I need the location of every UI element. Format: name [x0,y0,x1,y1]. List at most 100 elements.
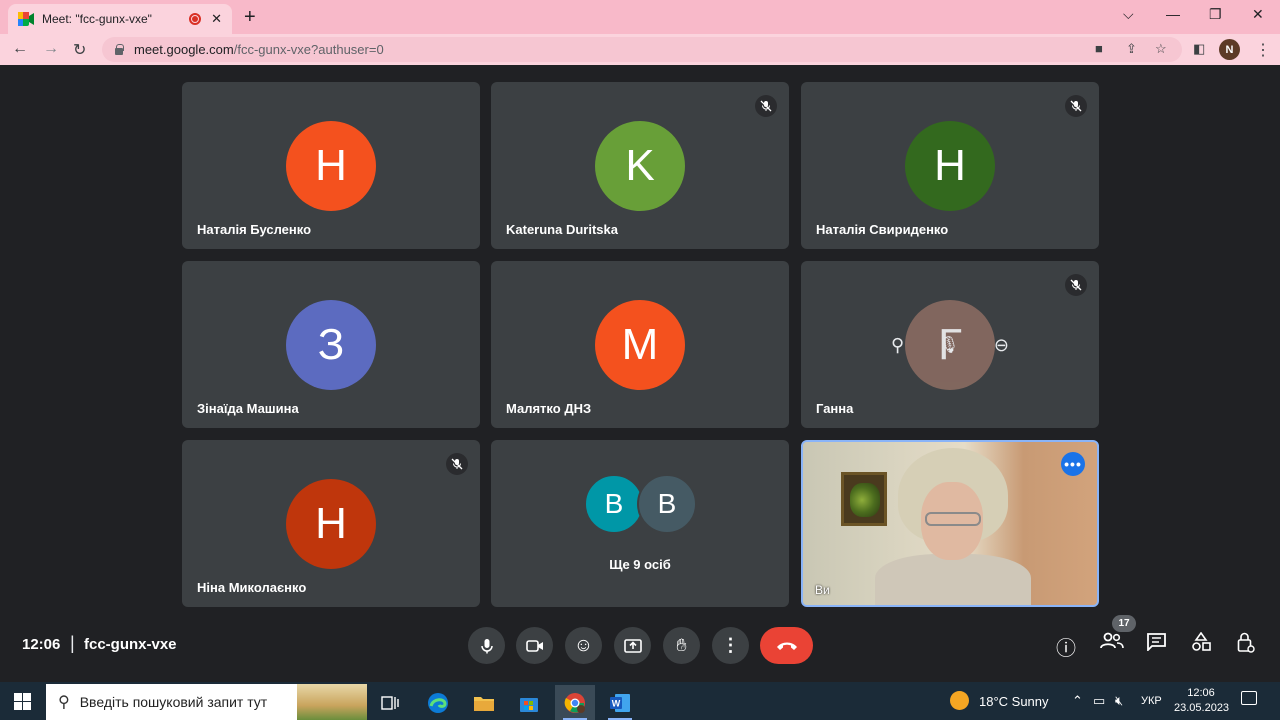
notification-center-icon[interactable] [1241,691,1257,705]
search-highlight-image [297,684,367,720]
participant-tile[interactable]: Н Наталія Бусленко [182,82,480,249]
participant-tile[interactable]: K Kateruna Duritska [491,82,789,249]
speaker-muted-icon[interactable]: 🔇︎ [1115,693,1123,709]
browser-tab-bar: Meet: "fcc-gunx-vxe" ✕ + ⌵ — ❐ ✕ [0,0,1280,34]
self-video-tile[interactable]: ••• Ви [801,440,1099,607]
participant-name: Ніна Миколаєнко [197,580,307,595]
participant-avatar: З [286,300,376,390]
windows-start-icon[interactable] [14,693,31,710]
participant-avatar: В [584,474,644,534]
pin-icon[interactable]: ⚲ [891,335,904,356]
side-panel-icon[interactable]: ◧ [1193,41,1205,57]
taskbar-date: 23.05.2023 [1174,702,1230,714]
url-input[interactable]: meet.google.com/fcc-gunx-vxe?authuser=0 [102,37,1182,62]
microphone-icon [480,638,493,653]
back-icon[interactable]: ← [12,40,28,58]
google-meet-icon [18,12,34,26]
microphone-button[interactable] [468,627,505,664]
participant-avatar: K [595,121,685,211]
camera-icon[interactable]: ■ [1095,41,1103,56]
taskbar-clock[interactable]: 12:06 23.05.2023 [1174,686,1230,716]
restore-icon[interactable]: ❐ [1209,6,1222,23]
meeting-code: fcc-gunx-vxe [84,636,177,653]
more-participants-label: Ще 9 осіб [609,557,671,572]
participant-tile[interactable]: Н Наталія Свириденко [801,82,1099,249]
people-count-badge: 17 [1112,615,1136,632]
bookmark-star-icon[interactable]: ☆ [1155,41,1167,57]
url-text: meet.google.com/fcc-gunx-vxe?authuser=0 [134,42,384,57]
participant-tile[interactable]: М Малятко ДНЗ [491,261,789,428]
address-bar: ← → ↻ meet.google.com/fcc-gunx-vxe?authu… [0,34,1280,65]
participant-tile[interactable]: Г ⚲ 🎙︎ ⊖ Ганна [801,261,1099,428]
participant-avatar: Н [286,121,376,211]
activities-icon[interactable] [1191,631,1211,658]
mic-off-icon [755,95,777,117]
taskbar-search-placeholder: Введіть пошуковий запит тут [79,694,268,710]
taskbar-search-input[interactable]: ⚲ Введіть пошуковий запит тут [46,684,367,720]
self-video [803,442,1097,605]
language-indicator[interactable]: УКР [1141,695,1162,707]
browser-tab[interactable]: Meet: "fcc-gunx-vxe" ✕ [8,4,232,34]
minimize-icon[interactable]: — [1166,6,1180,22]
more-options-button[interactable]: ⋮ [712,627,749,664]
profile-avatar[interactable]: N [1219,39,1240,60]
mute-participant-icon[interactable]: 🎙︎ [939,335,959,355]
forward-icon[interactable]: → [43,40,59,58]
more-participants-tile[interactable]: В В Ще 9 осіб [491,440,789,607]
weather-text[interactable]: 18°C Sunny [979,694,1049,709]
present-button[interactable] [614,627,651,664]
person-glasses [925,512,981,526]
reload-icon[interactable]: ↻ [73,40,86,60]
battery-icon[interactable]: ▭ [1093,693,1105,709]
tab-title: Meet: "fcc-gunx-vxe" [42,12,152,26]
hang-up-icon [776,642,797,650]
participant-name: Ганна [816,401,854,416]
participant-tile[interactable]: З Зінаїда Машина [182,261,480,428]
edge-browser-icon[interactable] [418,685,458,720]
participant-tile[interactable]: Н Ніна Миколаєнко [182,440,480,607]
participant-name: Наталія Свириденко [816,222,949,237]
new-tab-button[interactable]: + [244,6,256,29]
more-options-icon[interactable]: ••• [1061,452,1085,476]
present-screen-icon [623,638,642,653]
participant-avatar: М [595,300,685,390]
background-painting [841,472,887,526]
tile-hover-controls: ⚲ 🎙︎ ⊖ [891,319,1009,371]
emoji-icon: ☺ [573,634,594,656]
share-icon[interactable]: ⇪ [1126,41,1137,57]
camera-button[interactable] [516,627,553,664]
microsoft-store-icon[interactable] [509,685,549,720]
chat-icon[interactable] [1146,632,1167,657]
tab-close-icon[interactable]: ✕ [211,11,222,27]
self-name: Ви [815,583,830,597]
remove-icon[interactable]: ⊖ [994,335,1009,356]
person-body [875,554,1031,605]
hand-icon: ✋︎ [676,635,687,655]
word-icon[interactable]: W [600,685,640,720]
search-icon: ⚲ [58,694,70,711]
separator: | [70,633,75,653]
mic-off-icon [1065,95,1087,117]
mic-off-icon [446,453,468,475]
participant-avatar: Н [905,121,995,211]
meeting-clock: 12:06 [22,636,61,653]
tab-search-icon[interactable]: ⌵ [1123,6,1134,23]
chrome-icon[interactable] [555,685,595,720]
tray-chevron-icon[interactable]: ⌃ [1072,693,1083,709]
end-call-button[interactable] [760,627,813,664]
file-explorer-icon[interactable] [464,685,504,720]
more-vert-icon: ⋮ [721,635,740,655]
sun-icon[interactable] [950,691,969,710]
participant-name: Зінаїда Машина [197,401,299,416]
people-icon[interactable] [1100,632,1124,656]
task-view-icon[interactable] [370,685,410,720]
meeting-info-icon[interactable]: ⓘ [1056,632,1076,661]
window-close-icon[interactable]: ✕ [1252,6,1264,23]
raise-hand-button[interactable]: ✋︎ [663,627,700,664]
participant-avatar: Н [286,479,376,569]
host-controls-icon[interactable] [1237,632,1255,659]
reactions-button[interactable]: ☺ [565,627,602,664]
taskbar-time: 12:06 [1187,687,1215,699]
browser-menu-icon[interactable]: ⋮ [1255,40,1271,60]
participant-avatar: В [637,474,697,534]
